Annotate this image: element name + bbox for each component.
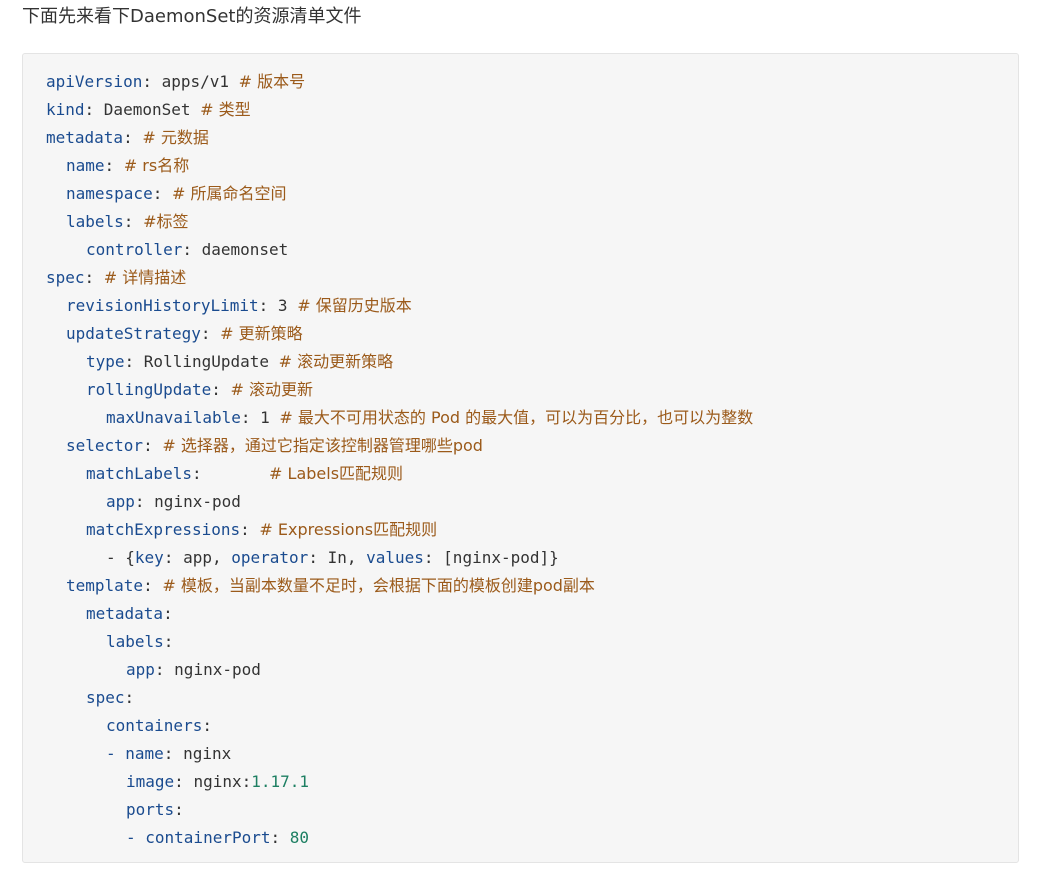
code-line: revisionHistoryLimit: 3 # 保留历史版本 <box>66 296 412 315</box>
yaml-key: app <box>106 492 135 511</box>
yaml-key: kind <box>46 100 85 119</box>
yaml-value: nginx-pod <box>174 660 261 679</box>
yaml-key: apiVersion <box>46 72 143 91</box>
yaml-spacing <box>202 464 260 483</box>
yaml-key: type <box>86 352 125 371</box>
yaml-value: app <box>183 548 212 567</box>
code-line: matchLabels: # Labels匹配规则 <box>86 464 404 483</box>
yaml-value: nginx-pod <box>154 492 241 511</box>
code-line: template: # 模板，当副本数量不足时，会根据下面的模板创建pod副本 <box>66 576 595 595</box>
yaml-key: name <box>66 156 105 175</box>
yaml-value: nginx <box>183 744 232 763</box>
yaml-key: maxUnavailable <box>106 408 241 427</box>
yaml-value: nginx: <box>193 772 252 791</box>
code-line: namespace: # 所属命名空间 <box>66 184 287 203</box>
yaml-key: metadata <box>86 604 164 623</box>
code-line: matchExpressions: # Expressions匹配规则 <box>86 520 438 539</box>
yaml-comment: # 所属命名空间 <box>171 184 287 203</box>
yaml-dash: - { <box>106 548 135 567</box>
yaml-key: containers <box>106 716 203 735</box>
yaml-comment: # 选择器，通过它指定该控制器管理哪些pod <box>162 436 483 455</box>
code-line: name: # rs名称 <box>66 156 190 175</box>
yaml-value: daemonset <box>201 240 289 259</box>
yaml-comment: # 最大不可用状态的 Pod 的最大值，可以为百分比，也可以为整数 <box>279 408 754 427</box>
yaml-comment: # 滚动更新策略 <box>278 352 394 371</box>
yaml-key: key <box>134 548 164 567</box>
yaml-number: 1.17.1 <box>251 772 310 791</box>
yaml-key: name <box>125 744 164 763</box>
yaml-dash: - <box>126 828 146 847</box>
code-line: maxUnavailable: 1 # 最大不可用状态的 Pod 的最大值，可以… <box>106 408 754 427</box>
code-line: type: RollingUpdate # 滚动更新策略 <box>86 352 394 371</box>
yaml-value: DaemonSet <box>103 100 191 119</box>
code-line: spec: <box>86 688 135 707</box>
code-line: labels: #标签 <box>66 212 189 231</box>
yaml-comment: # 类型 <box>200 100 251 119</box>
yaml-key: ports <box>126 800 175 819</box>
yaml-comment: # Expressions匹配规则 <box>259 520 438 539</box>
yaml-comment: # Labels匹配规则 <box>269 464 404 483</box>
code-line: - containerPort: 80 <box>126 828 310 847</box>
yaml-comment: # 版本号 <box>238 72 306 91</box>
yaml-value: 3 <box>277 296 288 315</box>
yaml-comment: # 元数据 <box>142 128 209 147</box>
yaml-value: apps/v1 <box>161 72 230 91</box>
code-line: controller: daemonset <box>86 240 289 259</box>
yaml-key: matchLabels <box>86 464 192 483</box>
code-line: ports: <box>126 800 184 819</box>
code-line: - {key: app, operator: In, values: [ngin… <box>106 548 559 567</box>
yaml-comment: # rs名称 <box>123 156 190 175</box>
code-line: metadata: # 元数据 <box>46 128 209 147</box>
code-line: containers: <box>106 716 212 735</box>
code-line: app: nginx-pod <box>126 660 261 679</box>
yaml-comment: # 模板，当副本数量不足时，会根据下面的模板创建pod副本 <box>162 576 595 595</box>
intro-text: 下面先来看下DaemonSet的资源清单文件 <box>22 6 362 27</box>
yaml-value: RollingUpdate <box>143 352 270 371</box>
code-line: rollingUpdate: # 滚动更新 <box>86 380 314 399</box>
yaml-key: labels <box>106 632 164 651</box>
yaml-dash: - <box>106 744 126 763</box>
yaml-key: metadata <box>46 128 124 147</box>
yaml-key: app <box>126 660 155 679</box>
code-line: app: nginx-pod <box>106 492 241 511</box>
yaml-key: rollingUpdate <box>86 380 212 399</box>
code-line: selector: # 选择器，通过它指定该控制器管理哪些pod <box>66 436 483 455</box>
yaml-value: In <box>327 548 347 567</box>
yaml-key: spec <box>86 688 125 707</box>
yaml-key: updateStrategy <box>66 324 201 343</box>
yaml-comment: # 保留历史版本 <box>297 296 412 315</box>
yaml-key: containerPort <box>145 828 271 847</box>
yaml-number: 80 <box>289 828 310 847</box>
yaml-comment: # 详情描述 <box>103 268 187 287</box>
code-line: metadata: <box>86 604 173 623</box>
yaml-key: template <box>66 576 144 595</box>
code-line: kind: DaemonSet # 类型 <box>46 100 251 119</box>
yaml-value: [nginx-pod]} <box>443 548 559 567</box>
code-block[interactable]: apiVersion: apps/v1 # 版本号 kind: DaemonSe… <box>22 53 1019 863</box>
yaml-key: operator <box>231 548 309 567</box>
yaml-comment: # 更新策略 <box>220 324 303 343</box>
code-line: spec: # 详情描述 <box>46 268 187 287</box>
code-line: image: nginx:1.17.1 <box>126 772 310 791</box>
yaml-value: 1 <box>260 408 270 427</box>
code-line: apiVersion: apps/v1 # 版本号 <box>46 72 306 91</box>
yaml-key: matchExpressions <box>86 520 241 539</box>
code-line: updateStrategy: # 更新策略 <box>66 324 303 343</box>
yaml-key: image <box>126 772 175 791</box>
code-line: - name: nginx <box>106 744 232 763</box>
code-line: labels: <box>106 632 174 651</box>
yaml-key: labels <box>66 212 124 231</box>
yaml-key: revisionHistoryLimit <box>66 296 259 315</box>
yaml-key: spec <box>46 268 85 287</box>
yaml-key: values <box>366 548 424 567</box>
yaml-key: namespace <box>66 184 153 203</box>
yaml-comment: #标签 <box>143 212 189 231</box>
yaml-key: controller <box>86 240 183 259</box>
yaml-key: selector <box>66 436 144 455</box>
yaml-comment: # 滚动更新 <box>230 380 314 399</box>
